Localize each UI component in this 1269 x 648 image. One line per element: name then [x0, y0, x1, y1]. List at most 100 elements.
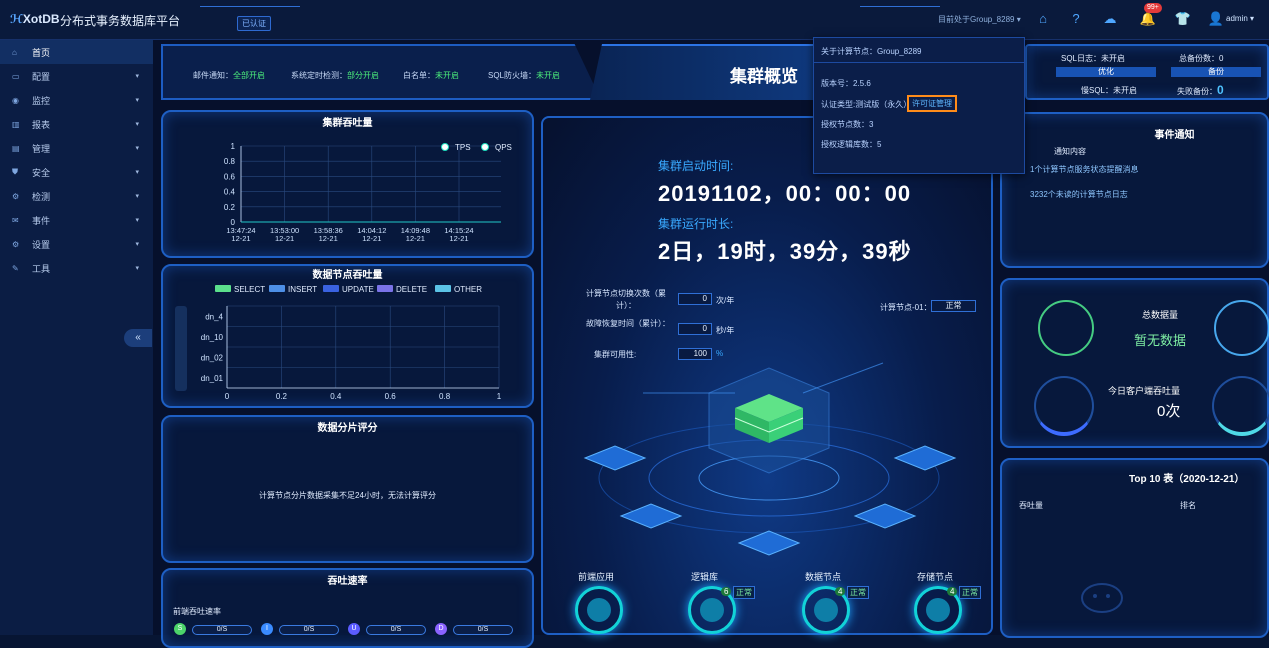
data-volume-value: 暂无数据	[1134, 333, 1187, 348]
user-menu[interactable]: admin ▾	[1226, 14, 1254, 23]
rate-value: 0/S	[453, 625, 513, 635]
sidebar-item-5[interactable]: ⛊ 安全 ▾	[0, 160, 153, 184]
sidebar-item-label: 检测	[32, 191, 51, 202]
legend-label: INSERT	[288, 285, 317, 294]
y-tick-label: 0.8	[224, 157, 236, 166]
legend-label: QPS	[495, 143, 512, 152]
sidebar-item-6[interactable]: ⚙ 检测 ▾	[0, 184, 153, 208]
sidebar-item-8[interactable]: ⚙ 设置 ▾	[0, 232, 153, 256]
sidebar-menu: ⌂ 首页 ▭ 配置 ▾ ◉ 监控 ▾ ▥ 报表 ▾ ▤ 管理 ▾ ⛊ 安全 ▾ ⚙ 检测 ▾ ✉ 事件 ▾ ⚙ 设置 ▾ ✎ 工具 ▾	[0, 40, 153, 280]
y-tick-label: 1	[231, 142, 236, 151]
event-item[interactable]: 1个计算节点服务状态提醒消息	[1030, 164, 1138, 175]
bottom-node-status: 正常	[847, 586, 869, 599]
rate-value: 0/S	[279, 625, 339, 635]
legend-swatch	[435, 285, 451, 292]
chevron-down-icon: ▾	[135, 73, 139, 80]
page-title: 集群概览	[730, 67, 798, 86]
y-tick-label: 0.6	[224, 172, 236, 181]
bottom-node-status: 正常	[733, 586, 755, 599]
sql-log-value: 未开启	[1101, 54, 1126, 63]
uptime-label: 集群运行时长:	[658, 217, 734, 231]
email-status-value: 全部开启	[233, 71, 265, 80]
node-info-dropdown: 关于计算节点：Group_8289 版本号：2.5.6 认证类型:测试版（永久）…	[813, 37, 1025, 174]
timer-status-value: 部分开启	[347, 71, 379, 80]
panel-title: 事件通知	[1154, 130, 1195, 141]
chevron-down-icon: ▾	[135, 97, 139, 104]
event-item[interactable]: 3232个未读的计算节点日志	[1030, 189, 1128, 200]
tab-optimize[interactable]: 优化	[1056, 67, 1156, 77]
sidebar-item-label: 配置	[32, 71, 51, 82]
username: admin	[1226, 14, 1248, 23]
sidebar-item-2[interactable]: ◉ 监控 ▾	[0, 88, 153, 112]
sidebar-item-4[interactable]: ▤ 管理 ▾	[0, 136, 153, 160]
collapse-sidebar-button[interactable]: «	[124, 329, 152, 347]
y-tick-label: dn_02	[201, 353, 224, 362]
cluster-throughput-panel: 集群吞吐量 0 0.2 0.4 0.6 0.8 1 13:47:24 12-21 13:53:0…	[161, 110, 534, 258]
x-tick-label: 12-21	[406, 234, 425, 243]
slow-sql-value: 未开启	[1113, 86, 1138, 95]
app-title: 分布式事务数据库平台	[60, 14, 181, 28]
bottom-node-label: 前端应用	[578, 572, 615, 582]
bottom-node-ring[interactable]	[575, 586, 623, 634]
slow-sql-stat: 慢SQL：未开启	[1081, 85, 1137, 96]
rate-dot: I	[261, 623, 273, 635]
x-tick-label: 12-21	[449, 234, 468, 243]
home-icon[interactable]: ⌂	[1034, 10, 1052, 28]
dropdown-logic-dbs: 授权逻辑库数：5	[821, 140, 882, 149]
availability-label: 集群可用性:	[594, 350, 637, 359]
tab-backup[interactable]: 备份	[1171, 67, 1261, 77]
shirt-icon[interactable]: 👕	[1174, 10, 1192, 28]
notification-badge: 99+	[1144, 3, 1162, 13]
dropdown-divider	[814, 62, 1024, 63]
chevron-down-icon: ▾	[135, 217, 139, 224]
throughput-ring	[1034, 376, 1094, 436]
sidebar-item-label: 设置	[32, 239, 51, 250]
home-icon: ⌂	[12, 47, 17, 57]
sidebar-item-9[interactable]: ✎ 工具 ▾	[0, 256, 153, 280]
license-management-button[interactable]: 许可证管理	[907, 95, 957, 112]
sidebar-item-7[interactable]: ✉ 事件 ▾	[0, 208, 153, 232]
header-decoration-line-right	[860, 6, 940, 7]
node-throughput-chart: SELECT INSERT UPDATE DELETE OTHER 0 0.2 0.4 0.6 0…	[175, 285, 502, 401]
rate-subtitle: 前端吞吐速率	[173, 607, 221, 616]
top10-col-throughput: 吞吐量	[1019, 501, 1043, 510]
right-stats-panel: SQL日志：未开启 总备份数：0 优化 备份 慢SQL：未开启 失败备份：0	[1025, 44, 1269, 100]
cert-tag: 已认证	[237, 16, 271, 31]
backup-count-stat: 总备份数：0	[1179, 53, 1223, 64]
current-node-label: 目前处于Group_8289	[938, 15, 1015, 24]
help-icon[interactable]: ?	[1067, 10, 1085, 28]
rate-value: 0/S	[192, 625, 252, 635]
timer-status-label: 系统定时检测：	[291, 71, 347, 80]
x-tick-label: 0.2	[276, 392, 288, 401]
legend-label: SELECT	[234, 285, 265, 294]
sidebar-item-3[interactable]: ▥ 报表 ▾	[0, 112, 153, 136]
backup-count-value: 0	[1219, 54, 1224, 63]
x-tick-label: 0	[225, 392, 230, 401]
cloud-icon[interactable]: ☁	[1101, 10, 1119, 28]
status-strip: 邮件通知：全部开启 系统定时检测：部分开启 白名单：未开启 SQL防火墙：未开启	[161, 44, 601, 100]
chevron-down-icon: ▾	[135, 265, 139, 272]
panel-title: 数据分片评分	[317, 423, 378, 434]
slow-sql-label: 慢SQL：	[1081, 86, 1114, 95]
chevron-down-icon: ▾	[135, 121, 139, 128]
empty-state-illustration	[1081, 583, 1123, 613]
sidebar-item-0[interactable]: ⌂ 首页	[0, 40, 153, 64]
cluster-throughput-chart: 00.20.40.60.8113:47:2412-2113:53:0012-21…	[224, 142, 512, 243]
sidebar-item-label: 报表	[32, 119, 51, 130]
bottom-node-label: 数据节点	[805, 572, 842, 582]
panel-title: 吞吐速率	[327, 576, 368, 587]
chevron-down-icon: ▾	[135, 193, 139, 200]
x-tick-label: 12-21	[319, 234, 338, 243]
sidebar-item-label: 监控	[32, 95, 51, 106]
dropdown-about: 关于计算节点：Group_8289	[821, 47, 922, 56]
whitelist-status-value: 未开启	[435, 71, 459, 80]
sidebar-item-1[interactable]: ▭ 配置 ▾	[0, 64, 153, 88]
failed-backup-value: 0	[1217, 83, 1224, 97]
user-icon[interactable]: 👤	[1207, 10, 1225, 28]
today-throughput-label: 今日客户端吞吐量	[1108, 386, 1181, 396]
throughput-ring-right	[1212, 376, 1269, 436]
database-icon: ▤	[12, 143, 20, 153]
legend-marker	[441, 143, 449, 151]
legend-label: UPDATE	[342, 285, 374, 294]
current-node-selector[interactable]: 目前处于Group_8289 ▾	[938, 14, 1021, 25]
